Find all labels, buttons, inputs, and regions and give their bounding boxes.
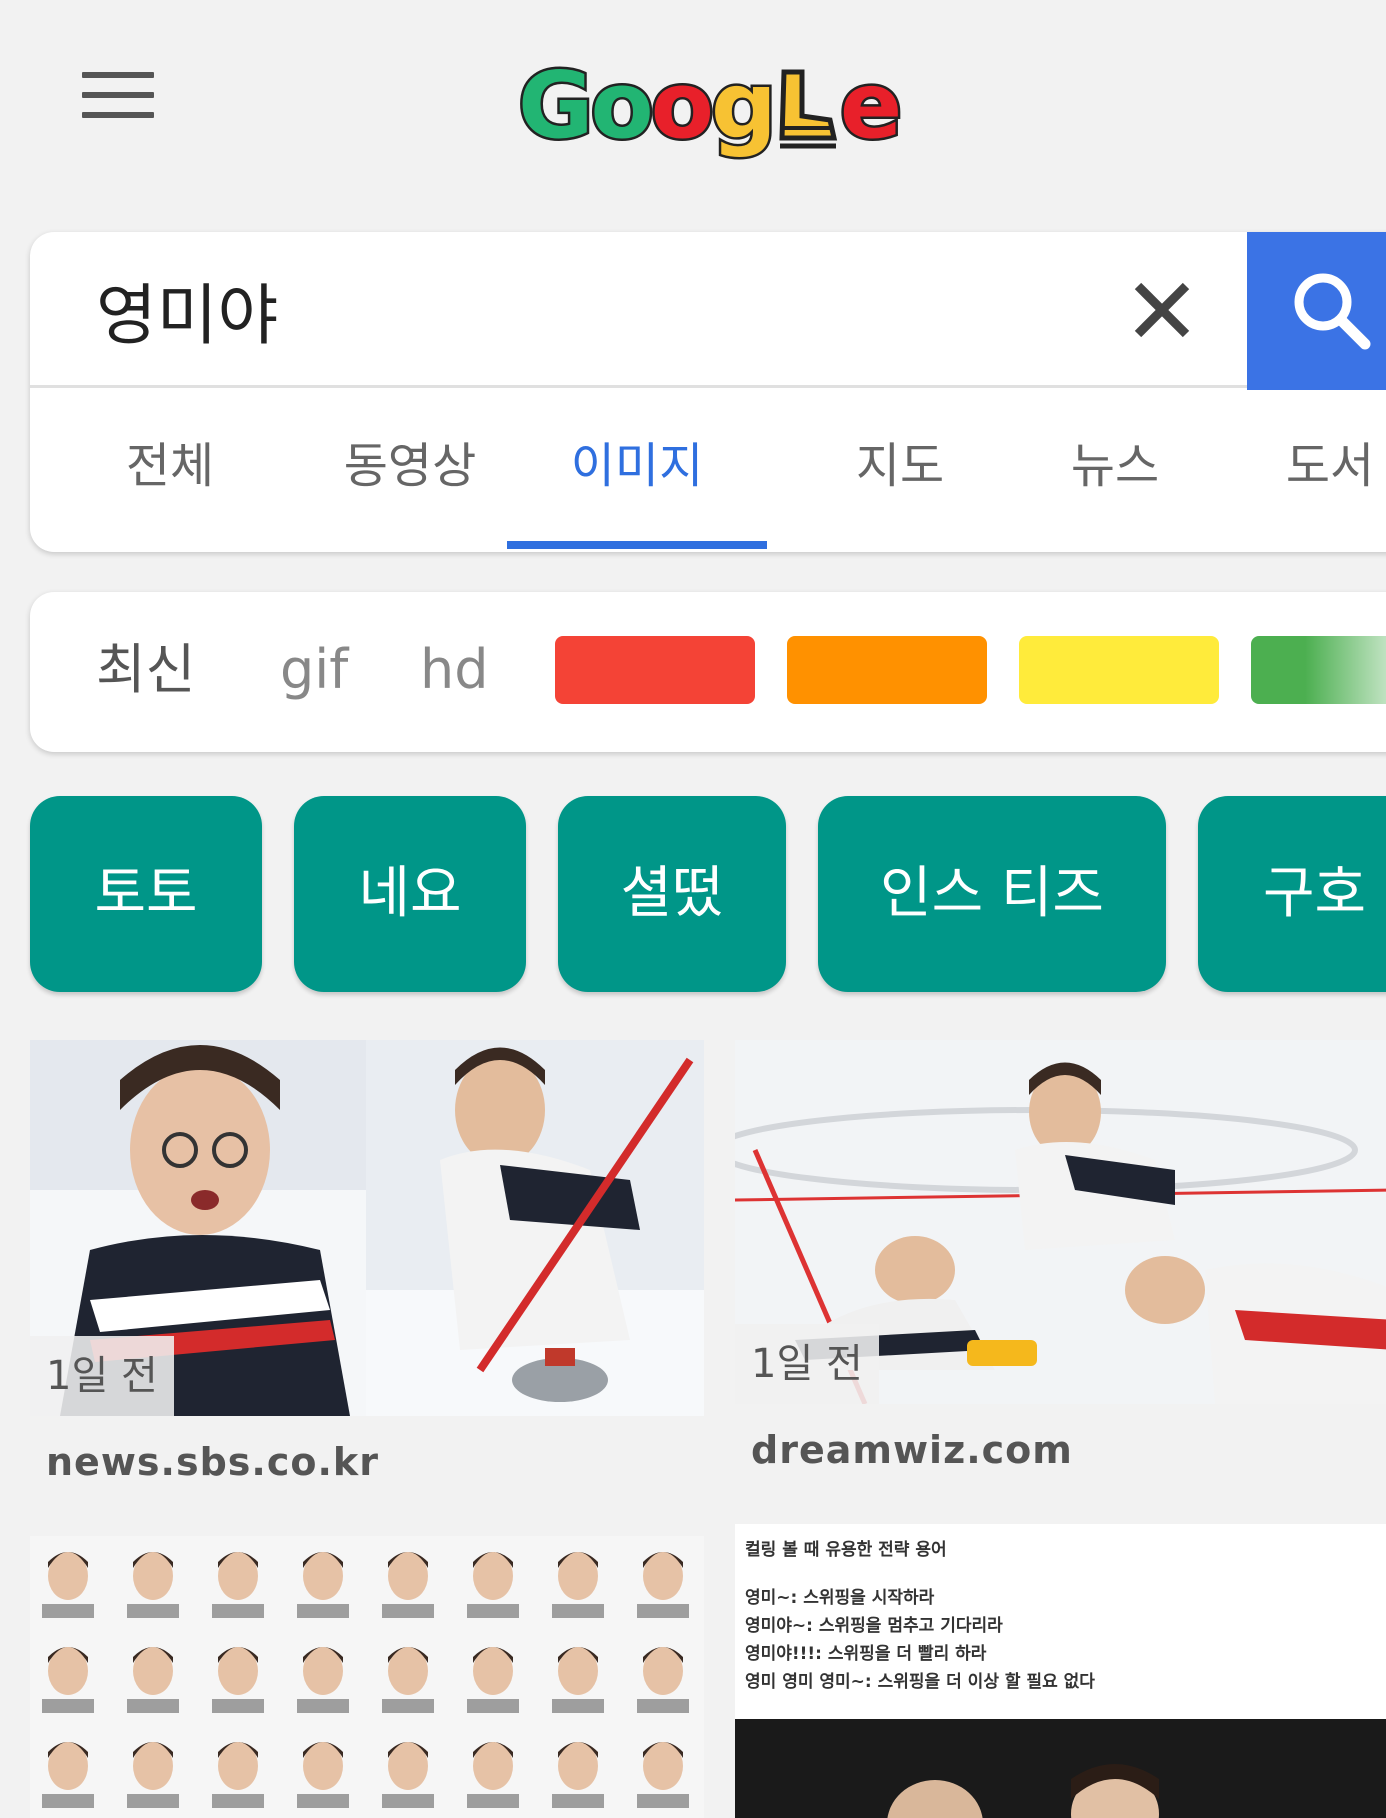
curling-shoe-icon: [779, 69, 837, 149]
search-button[interactable]: [1247, 232, 1386, 390]
logo-letter-g2: g: [708, 52, 779, 159]
face-caption-bar: [297, 1794, 349, 1808]
face-caption-bar: [467, 1794, 519, 1808]
color-filter-orange[interactable]: [787, 636, 987, 704]
face-caption-bar: [42, 1794, 94, 1808]
face-caption-bar: [637, 1604, 689, 1618]
face-caption-bar: [382, 1604, 434, 1618]
face-caption-bar: [127, 1794, 179, 1808]
filter-latest[interactable]: 최신: [96, 632, 195, 708]
tab-news[interactable]: 뉴스: [1025, 391, 1205, 552]
color-filter-green[interactable]: [1251, 636, 1386, 704]
search-icon: [1294, 273, 1371, 350]
face-caption-bar: [467, 1604, 519, 1618]
tab-maps[interactable]: 지도: [810, 391, 990, 552]
logo-letter-o1: o: [588, 52, 656, 159]
hamburger-menu-icon-line: [82, 92, 154, 98]
related-chip-1[interactable]: 토토: [30, 796, 262, 992]
logo-letter-e: e: [837, 52, 904, 159]
face-caption-bar: [212, 1699, 264, 1713]
result-source[interactable]: dreamwiz.com: [751, 1428, 1073, 1472]
face-caption-bar: [382, 1699, 434, 1713]
result-3-image: [30, 1536, 704, 1818]
face-caption-bar: [637, 1794, 689, 1808]
clear-search-button[interactable]: [1120, 268, 1204, 352]
face-caption-bar: [382, 1794, 434, 1808]
face-caption-bar: [42, 1699, 94, 1713]
filter-hd[interactable]: hd: [420, 632, 489, 708]
face-caption-bar: [467, 1699, 519, 1713]
face-caption-bar: [297, 1604, 349, 1618]
search-row: [30, 232, 1386, 390]
tab-books[interactable]: 도서: [1240, 391, 1386, 552]
menu-button[interactable]: [82, 72, 154, 122]
color-filter-red[interactable]: [555, 636, 755, 704]
face-caption-bar: [552, 1699, 604, 1713]
time-badge: 1일 전: [30, 1336, 174, 1416]
google-doodle-logo[interactable]: G o o g e: [516, 52, 905, 159]
hamburger-menu-icon: [82, 72, 154, 78]
expressions-grid-photo: [42, 1552, 689, 1808]
tab-all[interactable]: 전체: [80, 391, 260, 552]
result-4-image: 컬링 볼 때 유용한 전략 용어 영미~: 스위핑을 시작하라 영미야~: 스위…: [735, 1524, 1386, 1818]
filter-gif[interactable]: gif: [280, 632, 348, 708]
related-chip-2[interactable]: 네요: [294, 796, 526, 992]
image-result-1[interactable]: 1일 전 news.sbs.co.kr: [30, 1040, 704, 1500]
tab-videos[interactable]: 동영상: [300, 391, 520, 552]
related-chip-5[interactable]: 구호: [1198, 796, 1386, 992]
face-caption-bar: [212, 1604, 264, 1618]
image-result-4[interactable]: 컬링 볼 때 유용한 전략 용어 영미~: 스위핑을 시작하라 영미야~: 스위…: [735, 1524, 1386, 1818]
logo-letter-g: G: [516, 52, 596, 159]
face-caption-bar: [297, 1699, 349, 1713]
face-caption-bar: [127, 1699, 179, 1713]
tab-images[interactable]: 이미지: [507, 391, 767, 552]
face-caption-bar: [127, 1604, 179, 1618]
face-caption-bar: [212, 1794, 264, 1808]
result-source[interactable]: news.sbs.co.kr: [46, 1440, 379, 1484]
image-result-3[interactable]: [30, 1536, 704, 1818]
related-chip-3[interactable]: 셜떴: [558, 796, 786, 992]
search-card: 전체 동영상 이미지 지도 뉴스 도서: [30, 232, 1386, 552]
face-caption-bar: [552, 1794, 604, 1808]
close-icon: [1134, 282, 1190, 338]
image-result-2[interactable]: 1일 전 dreamwiz.com: [735, 1040, 1386, 1500]
filter-bar: 최신 gif hd: [30, 592, 1386, 752]
time-badge: 1일 전: [735, 1324, 879, 1404]
face-caption-bar: [42, 1604, 94, 1618]
active-tab-indicator: [507, 541, 767, 549]
search-input[interactable]: [96, 262, 1076, 358]
hamburger-menu-icon-line: [82, 112, 154, 118]
face-caption-bar: [552, 1604, 604, 1618]
related-chip-4[interactable]: 인스 티즈: [818, 796, 1166, 992]
face-caption-bar: [637, 1699, 689, 1713]
logo-letter-o2: o: [648, 52, 716, 159]
color-filter-yellow[interactable]: [1019, 636, 1219, 704]
search-tabs: 전체 동영상 이미지 지도 뉴스 도서: [30, 391, 1386, 552]
curling-players-photo: [735, 1719, 1386, 1818]
